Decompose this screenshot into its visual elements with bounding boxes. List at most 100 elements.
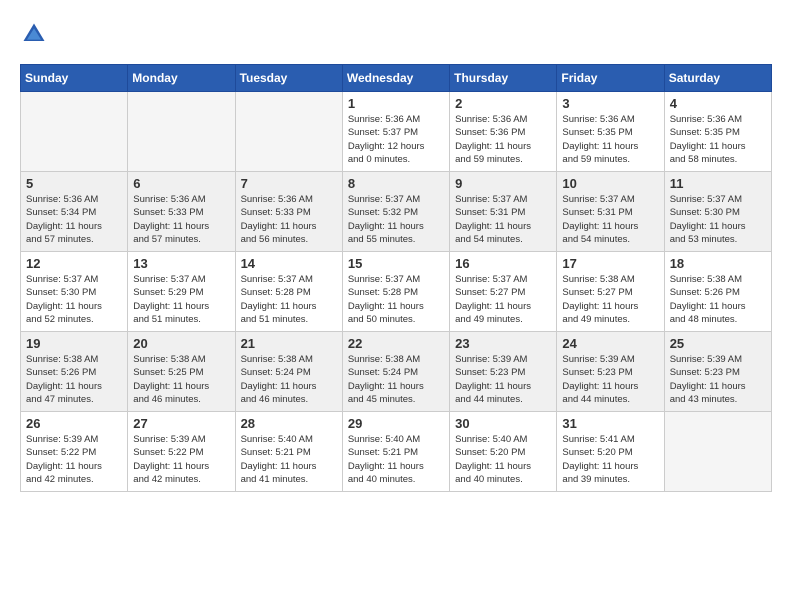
day-number: 2 [455,96,551,111]
calendar-cell: 6 Sunrise: 5:36 AMSunset: 5:33 PMDaylight… [128,172,235,252]
day-info: Sunrise: 5:41 AMSunset: 5:20 PMDaylight:… [562,433,658,486]
day-info: Sunrise: 5:38 AMSunset: 5:27 PMDaylight:… [562,273,658,326]
day-number: 31 [562,416,658,431]
day-number: 1 [348,96,444,111]
calendar-cell: 13 Sunrise: 5:37 AMSunset: 5:29 PMDayligh… [128,252,235,332]
day-number: 20 [133,336,229,351]
day-header-wednesday: Wednesday [342,65,449,92]
day-info: Sunrise: 5:38 AMSunset: 5:26 PMDaylight:… [670,273,766,326]
calendar-cell: 21 Sunrise: 5:38 AMSunset: 5:24 PMDayligh… [235,332,342,412]
calendar-cell: 1 Sunrise: 5:36 AMSunset: 5:37 PMDaylight… [342,92,449,172]
calendar-cell [235,92,342,172]
day-info: Sunrise: 5:36 AMSunset: 5:35 PMDaylight:… [670,113,766,166]
day-number: 22 [348,336,444,351]
calendar-cell [664,412,771,492]
calendar-cell: 15 Sunrise: 5:37 AMSunset: 5:28 PMDayligh… [342,252,449,332]
day-info: Sunrise: 5:36 AMSunset: 5:37 PMDaylight:… [348,113,444,166]
day-number: 19 [26,336,122,351]
day-info: Sunrise: 5:37 AMSunset: 5:28 PMDaylight:… [348,273,444,326]
calendar-cell: 11 Sunrise: 5:37 AMSunset: 5:30 PMDayligh… [664,172,771,252]
day-number: 23 [455,336,551,351]
day-number: 11 [670,176,766,191]
calendar-cell: 19 Sunrise: 5:38 AMSunset: 5:26 PMDayligh… [21,332,128,412]
day-number: 16 [455,256,551,271]
day-info: Sunrise: 5:37 AMSunset: 5:30 PMDaylight:… [670,193,766,246]
calendar-cell: 28 Sunrise: 5:40 AMSunset: 5:21 PMDayligh… [235,412,342,492]
day-header-thursday: Thursday [450,65,557,92]
calendar-cell: 4 Sunrise: 5:36 AMSunset: 5:35 PMDaylight… [664,92,771,172]
calendar-cell: 27 Sunrise: 5:39 AMSunset: 5:22 PMDayligh… [128,412,235,492]
day-info: Sunrise: 5:40 AMSunset: 5:21 PMDaylight:… [241,433,337,486]
calendar-cell: 30Sunrise: 5:40 AMSunset: 5:20 PMDayligh… [450,412,557,492]
day-info: Sunrise: 5:39 AMSunset: 5:22 PMDaylight:… [26,433,122,486]
day-info: Sunrise: 5:39 AMSunset: 5:22 PMDaylight:… [133,433,229,486]
day-info: Sunrise: 5:37 AMSunset: 5:31 PMDaylight:… [455,193,551,246]
calendar-cell: 10 Sunrise: 5:37 AMSunset: 5:31 PMDayligh… [557,172,664,252]
day-number: 4 [670,96,766,111]
day-number: 15 [348,256,444,271]
day-number: 6 [133,176,229,191]
calendar-cell: 3Sunrise: 5:36 AMSunset: 5:35 PMDaylight… [557,92,664,172]
day-header-tuesday: Tuesday [235,65,342,92]
day-info: Sunrise: 5:36 AMSunset: 5:33 PMDaylight:… [241,193,337,246]
calendar-cell: 9 Sunrise: 5:37 AMSunset: 5:31 PMDaylight… [450,172,557,252]
calendar-header-row: SundayMondayTuesdayWednesdayThursdayFrid… [21,65,772,92]
calendar-cell: 17 Sunrise: 5:38 AMSunset: 5:27 PMDayligh… [557,252,664,332]
day-number: 7 [241,176,337,191]
day-info: Sunrise: 5:38 AMSunset: 5:25 PMDaylight:… [133,353,229,406]
day-number: 30 [455,416,551,431]
calendar-week-row: 12 Sunrise: 5:37 AMSunset: 5:30 PMDayligh… [21,252,772,332]
calendar-cell: 20 Sunrise: 5:38 AMSunset: 5:25 PMDayligh… [128,332,235,412]
day-number: 21 [241,336,337,351]
day-number: 8 [348,176,444,191]
day-number: 18 [670,256,766,271]
day-info: Sunrise: 5:39 AMSunset: 5:23 PMDaylight:… [670,353,766,406]
day-info: Sunrise: 5:37 AMSunset: 5:27 PMDaylight:… [455,273,551,326]
calendar-cell: 23Sunrise: 5:39 AMSunset: 5:23 PMDayligh… [450,332,557,412]
day-info: Sunrise: 5:39 AMSunset: 5:23 PMDaylight:… [562,353,658,406]
calendar-cell: 24 Sunrise: 5:39 AMSunset: 5:23 PMDayligh… [557,332,664,412]
page-header [20,20,772,48]
calendar-cell: 2 Sunrise: 5:36 AMSunset: 5:36 PMDaylight… [450,92,557,172]
day-info: Sunrise: 5:37 AMSunset: 5:29 PMDaylight:… [133,273,229,326]
calendar-week-row: 5Sunrise: 5:36 AMSunset: 5:34 PMDaylight… [21,172,772,252]
day-number: 13 [133,256,229,271]
calendar-cell: 18 Sunrise: 5:38 AMSunset: 5:26 PMDayligh… [664,252,771,332]
calendar-cell: 8Sunrise: 5:37 AMSunset: 5:32 PMDaylight… [342,172,449,252]
day-info: Sunrise: 5:36 AMSunset: 5:33 PMDaylight:… [133,193,229,246]
day-info: Sunrise: 5:37 AMSunset: 5:31 PMDaylight:… [562,193,658,246]
calendar-week-row: 19 Sunrise: 5:38 AMSunset: 5:26 PMDayligh… [21,332,772,412]
day-number: 10 [562,176,658,191]
day-number: 9 [455,176,551,191]
day-number: 17 [562,256,658,271]
calendar-cell: 26Sunrise: 5:39 AMSunset: 5:22 PMDayligh… [21,412,128,492]
calendar-cell: 22 Sunrise: 5:38 AMSunset: 5:24 PMDayligh… [342,332,449,412]
day-info: Sunrise: 5:37 AMSunset: 5:28 PMDaylight:… [241,273,337,326]
calendar-cell: 25 Sunrise: 5:39 AMSunset: 5:23 PMDayligh… [664,332,771,412]
calendar-cell: 29Sunrise: 5:40 AMSunset: 5:21 PMDayligh… [342,412,449,492]
calendar-week-row: 1 Sunrise: 5:36 AMSunset: 5:37 PMDaylight… [21,92,772,172]
day-header-monday: Monday [128,65,235,92]
day-number: 28 [241,416,337,431]
calendar-table: SundayMondayTuesdayWednesdayThursdayFrid… [20,64,772,492]
day-info: Sunrise: 5:38 AMSunset: 5:24 PMDaylight:… [348,353,444,406]
logo [20,20,52,48]
day-number: 12 [26,256,122,271]
calendar-cell: 31 Sunrise: 5:41 AMSunset: 5:20 PMDayligh… [557,412,664,492]
day-number: 27 [133,416,229,431]
day-info: Sunrise: 5:37 AMSunset: 5:30 PMDaylight:… [26,273,122,326]
day-info: Sunrise: 5:36 AMSunset: 5:34 PMDaylight:… [26,193,122,246]
day-info: Sunrise: 5:38 AMSunset: 5:24 PMDaylight:… [241,353,337,406]
day-number: 25 [670,336,766,351]
day-number: 14 [241,256,337,271]
day-info: Sunrise: 5:36 AMSunset: 5:36 PMDaylight:… [455,113,551,166]
day-header-friday: Friday [557,65,664,92]
day-info: Sunrise: 5:38 AMSunset: 5:26 PMDaylight:… [26,353,122,406]
day-number: 24 [562,336,658,351]
calendar-cell [21,92,128,172]
logo-icon [20,20,48,48]
calendar-cell: 14 Sunrise: 5:37 AMSunset: 5:28 PMDayligh… [235,252,342,332]
day-number: 3 [562,96,658,111]
calendar-week-row: 26Sunrise: 5:39 AMSunset: 5:22 PMDayligh… [21,412,772,492]
calendar-cell: 7 Sunrise: 5:36 AMSunset: 5:33 PMDaylight… [235,172,342,252]
